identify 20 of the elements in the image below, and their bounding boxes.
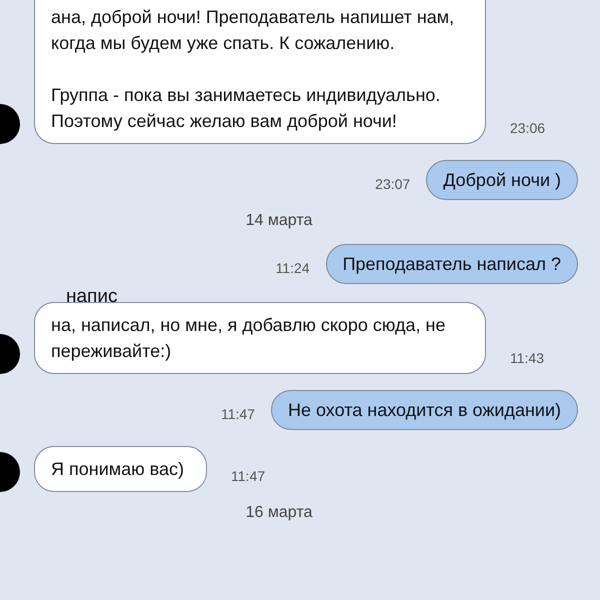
message-time: 11:47	[231, 468, 266, 484]
date-separator: 14 марта	[246, 212, 312, 230]
message-text: Не охота находится в ожидании)	[288, 399, 561, 422]
message-text: ана, доброй ночи! Преподаватель напишет нам, когда мы будем уже спать. К сожалению.	[51, 6, 456, 55]
date-separator: 16 марта	[246, 504, 312, 522]
message-time: 11:24	[276, 260, 310, 276]
message-text: Группа - пока вы занимаетесь индивидуально.	[51, 84, 442, 107]
avatar[interactable]	[0, 334, 20, 374]
text-fragment: напис	[66, 286, 118, 307]
message-time: 23:06	[510, 120, 546, 136]
message-text: Преподаватель написал ?	[342, 253, 561, 276]
message-text: на, написал, но мне, я добавлю скоро сюда, не переживайте:)	[51, 314, 447, 363]
avatar[interactable]	[0, 104, 20, 144]
message-time: 23:07	[375, 176, 410, 192]
message-text: Я понимаю вас)	[51, 458, 184, 481]
avatar[interactable]	[0, 452, 20, 492]
message-text: Поэтому сейчас желаю вам доброй ночи!	[51, 110, 398, 133]
message-time: 11:47	[220, 406, 255, 422]
message-time: 11:43	[510, 350, 544, 366]
message-text: Доброй ночи )	[443, 169, 561, 192]
